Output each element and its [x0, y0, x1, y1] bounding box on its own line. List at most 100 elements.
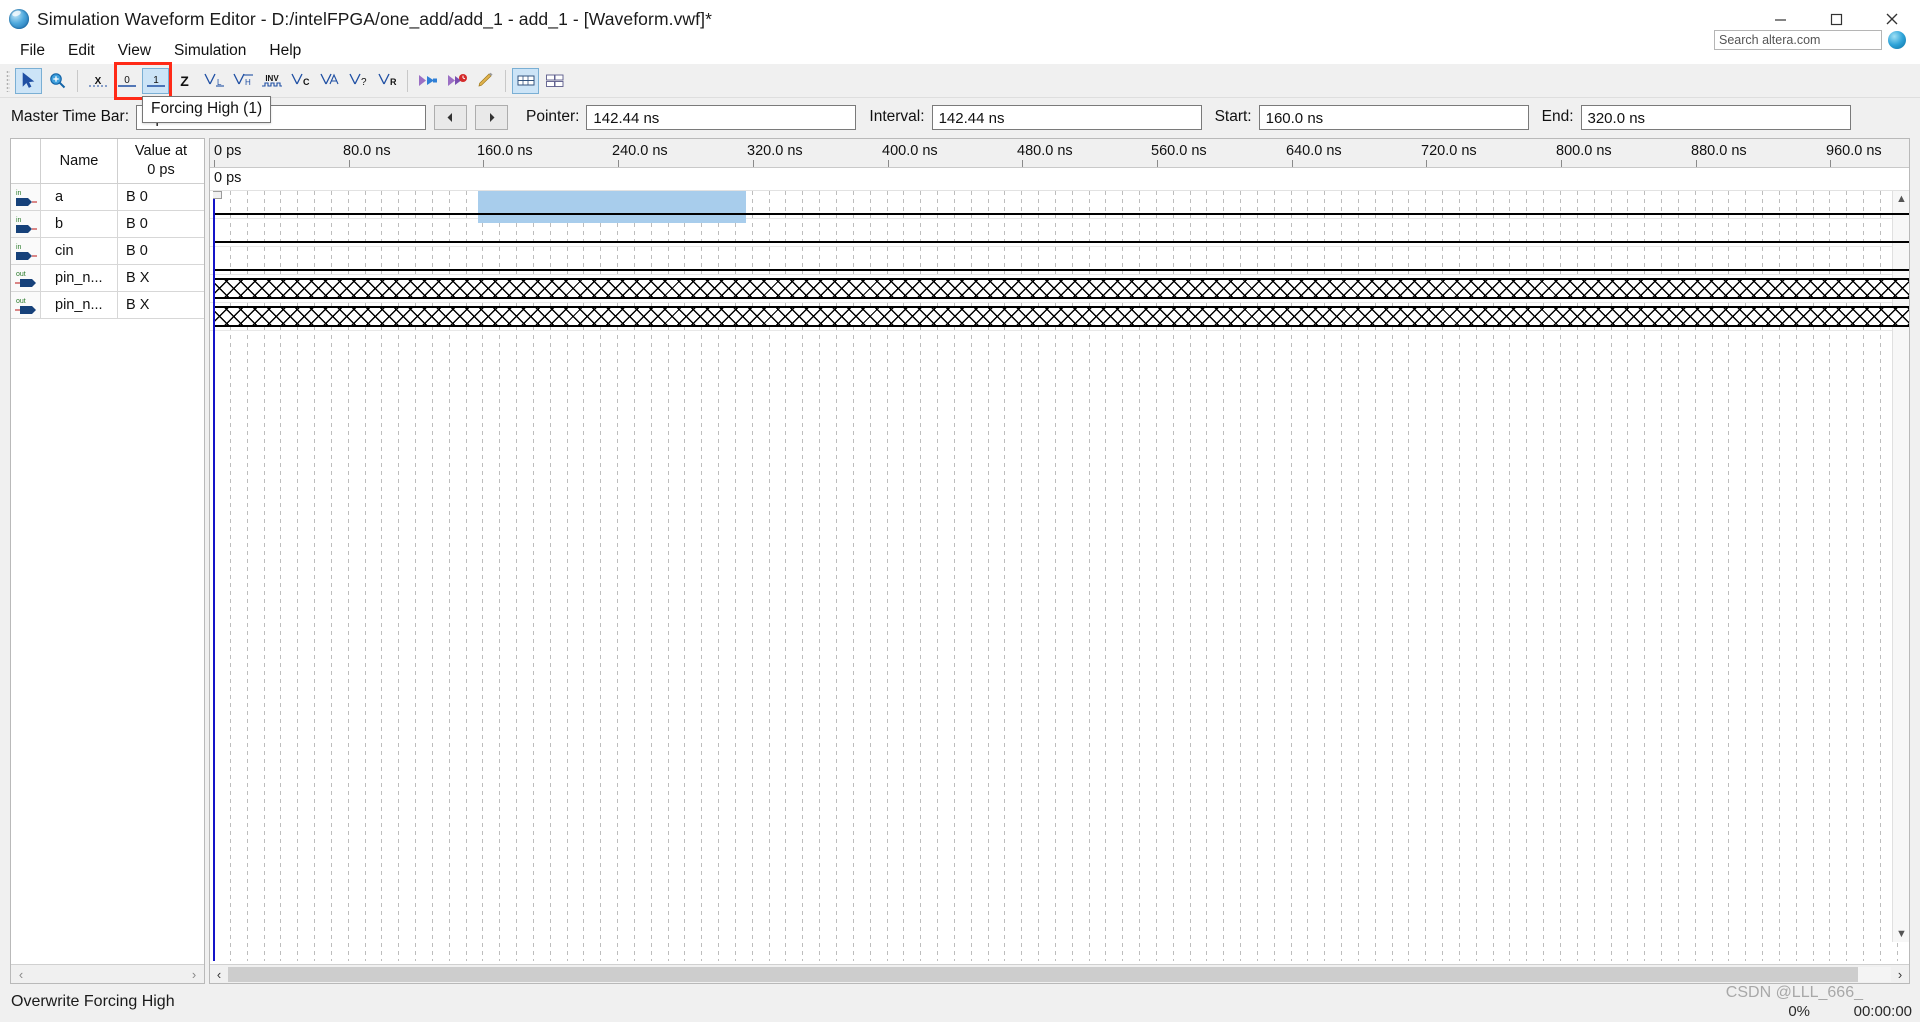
scrollbar-thumb[interactable]: [228, 966, 1858, 982]
start-input[interactable]: 160.0 ns: [1258, 104, 1529, 130]
svg-text:out: out: [16, 298, 26, 305]
time-bar-row: Master Time Bar: 0 ps Pointer: 142.44 ns…: [0, 99, 1920, 135]
search-input[interactable]: Search altera.com: [1714, 30, 1882, 50]
svg-text:0: 0: [124, 75, 130, 86]
time-ruler[interactable]: 0 ps 80.0 ns 160.0 ns 240.0 ns 320.0 ns …: [210, 139, 1909, 168]
ruler-tick-label: 480.0 ns: [1017, 143, 1073, 159]
menu-bar: File Edit View Simulation Help: [0, 38, 1920, 64]
invert-button[interactable]: INV: [258, 68, 285, 94]
minimize-icon: [1774, 18, 1786, 21]
waveform-horizontal-scrollbar[interactable]: ‹ ›: [210, 964, 1909, 983]
scroll-left-icon[interactable]: ‹: [210, 967, 228, 982]
waveform-canvas[interactable]: ▲ ▼: [210, 191, 1909, 961]
ruler-tick-label: 320.0 ns: [747, 143, 803, 159]
scrollbar-track[interactable]: [228, 966, 1891, 982]
clock-button[interactable]: [316, 68, 343, 94]
input-pin-icon: in: [11, 184, 41, 210]
globe-icon[interactable]: [1888, 31, 1906, 49]
high-impedance-button[interactable]: Z: [171, 68, 198, 94]
signal-name: pin_n...: [41, 292, 118, 318]
forcing-low-button[interactable]: 0: [113, 68, 140, 94]
edit-waveform-button[interactable]: [472, 68, 499, 94]
menu-item-file[interactable]: File: [9, 40, 56, 62]
signal-value: B 0: [126, 243, 148, 259]
next-transition-button[interactable]: [475, 104, 508, 130]
waveform-low-level: [213, 269, 1909, 271]
forcing-low-0-icon: 0: [117, 75, 136, 87]
waveform-row-pin-n-1[interactable]: [210, 275, 1909, 302]
interval-input[interactable]: 142.44 ns: [931, 104, 1202, 130]
zoom-tool-button[interactable]: [44, 68, 71, 94]
svg-text:in: in: [16, 190, 22, 197]
forcing-high-button[interactable]: 1: [142, 67, 169, 94]
random-values-button[interactable]: R: [374, 68, 401, 94]
ruler-tick: [1291, 160, 1293, 167]
signal-list-horizontal-scrollbar[interactable]: ‹ ›: [11, 964, 204, 983]
svg-text:H: H: [245, 78, 251, 87]
selection-tool-button[interactable]: [15, 67, 42, 94]
table-row[interactable]: in b B 0: [11, 211, 204, 238]
compare-waveform-button[interactable]: [541, 68, 568, 94]
simulation-waveform-editor-window: Simulation Waveform Editor - D:/intelFPG…: [0, 0, 1920, 1022]
arbitrary-value-button[interactable]: ?: [345, 68, 372, 94]
window-title: Simulation Waveform Editor - D:/intelFPG…: [37, 8, 713, 29]
start-label: Start:: [1214, 108, 1252, 125]
end-input[interactable]: 320.0 ns: [1580, 104, 1851, 130]
output-pin-icon: out: [11, 292, 41, 318]
ruler-tick: [887, 160, 889, 167]
count-value-button[interactable]: C: [287, 68, 314, 94]
waveform-row-a[interactable]: [210, 191, 1909, 218]
master-time-bar-row-label: 0 ps: [214, 170, 242, 186]
ruler-tick: [1830, 160, 1832, 167]
ruler-tick-label: 880.0 ns: [1691, 143, 1747, 159]
menu-item-help[interactable]: Help: [258, 40, 312, 62]
scroll-down-icon[interactable]: ▼: [1893, 926, 1909, 942]
scroll-left-icon[interactable]: ‹: [13, 967, 29, 982]
toolbar: X 0 1 Z L H INV C ? R: [0, 64, 1920, 98]
menu-item-simulation[interactable]: Simulation: [163, 40, 257, 62]
main-area: Name Value at 0 ps in a B 0 in b B 0 in …: [0, 138, 1920, 984]
waveform-low-level: [213, 213, 1909, 215]
menu-item-edit[interactable]: Edit: [57, 40, 106, 62]
status-message: Overwrite Forcing High: [11, 993, 175, 1010]
pointer-input[interactable]: 142.44 ns: [586, 104, 857, 130]
table-row[interactable]: in cin B 0: [11, 238, 204, 265]
ruler-tick-label: 560.0 ns: [1151, 143, 1207, 159]
master-time-bar-cursor[interactable]: [213, 191, 215, 961]
invert-inv-icon: INV: [261, 74, 282, 87]
forcing-unknown-button[interactable]: X: [84, 68, 111, 94]
ruler-tick-label: 160.0 ns: [477, 143, 533, 159]
run-functional-simulation-button[interactable]: [414, 68, 441, 94]
waveform-row-cin[interactable]: [210, 247, 1909, 274]
waveform-low-level: [213, 241, 1909, 243]
scroll-right-icon[interactable]: ›: [186, 967, 202, 982]
weak-low-button[interactable]: L: [200, 68, 227, 94]
previous-transition-button[interactable]: [434, 104, 467, 130]
table-row[interactable]: out pin_n... B X: [11, 265, 204, 292]
chevron-left-icon: [447, 112, 452, 122]
master-time-bar-handle[interactable]: [213, 191, 222, 199]
toolbar-grip[interactable]: [6, 69, 10, 92]
snap-to-grid-button[interactable]: [512, 67, 539, 94]
ruler-tick: [214, 160, 215, 167]
table-row[interactable]: in a B 0: [11, 184, 204, 211]
ruler-tick-label: 640.0 ns: [1286, 143, 1342, 159]
progress-percent: 0%: [1788, 1003, 1810, 1020]
scroll-right-icon[interactable]: ›: [1891, 967, 1909, 982]
toolbar-separator-1: [77, 69, 78, 92]
clock-a-icon: [319, 73, 339, 85]
weak-high-button[interactable]: H: [229, 68, 256, 94]
arrow-cursor-icon: [22, 72, 35, 88]
svg-text:1: 1: [153, 75, 159, 86]
waveform-row-b[interactable]: [210, 219, 1909, 246]
svg-text:X: X: [94, 76, 101, 87]
signal-value: B 0: [126, 189, 148, 205]
close-icon: [1886, 13, 1898, 25]
menu-item-view[interactable]: View: [107, 40, 162, 62]
header-value-line2: 0 ps: [147, 162, 175, 178]
table-row[interactable]: out pin_n... B X: [11, 292, 204, 319]
waveform-row-pin-n-2[interactable]: [210, 303, 1909, 330]
ruler-tick: [1561, 160, 1562, 167]
run-timing-simulation-button[interactable]: [443, 68, 470, 94]
run-functional-simulation-icon: [418, 75, 437, 86]
